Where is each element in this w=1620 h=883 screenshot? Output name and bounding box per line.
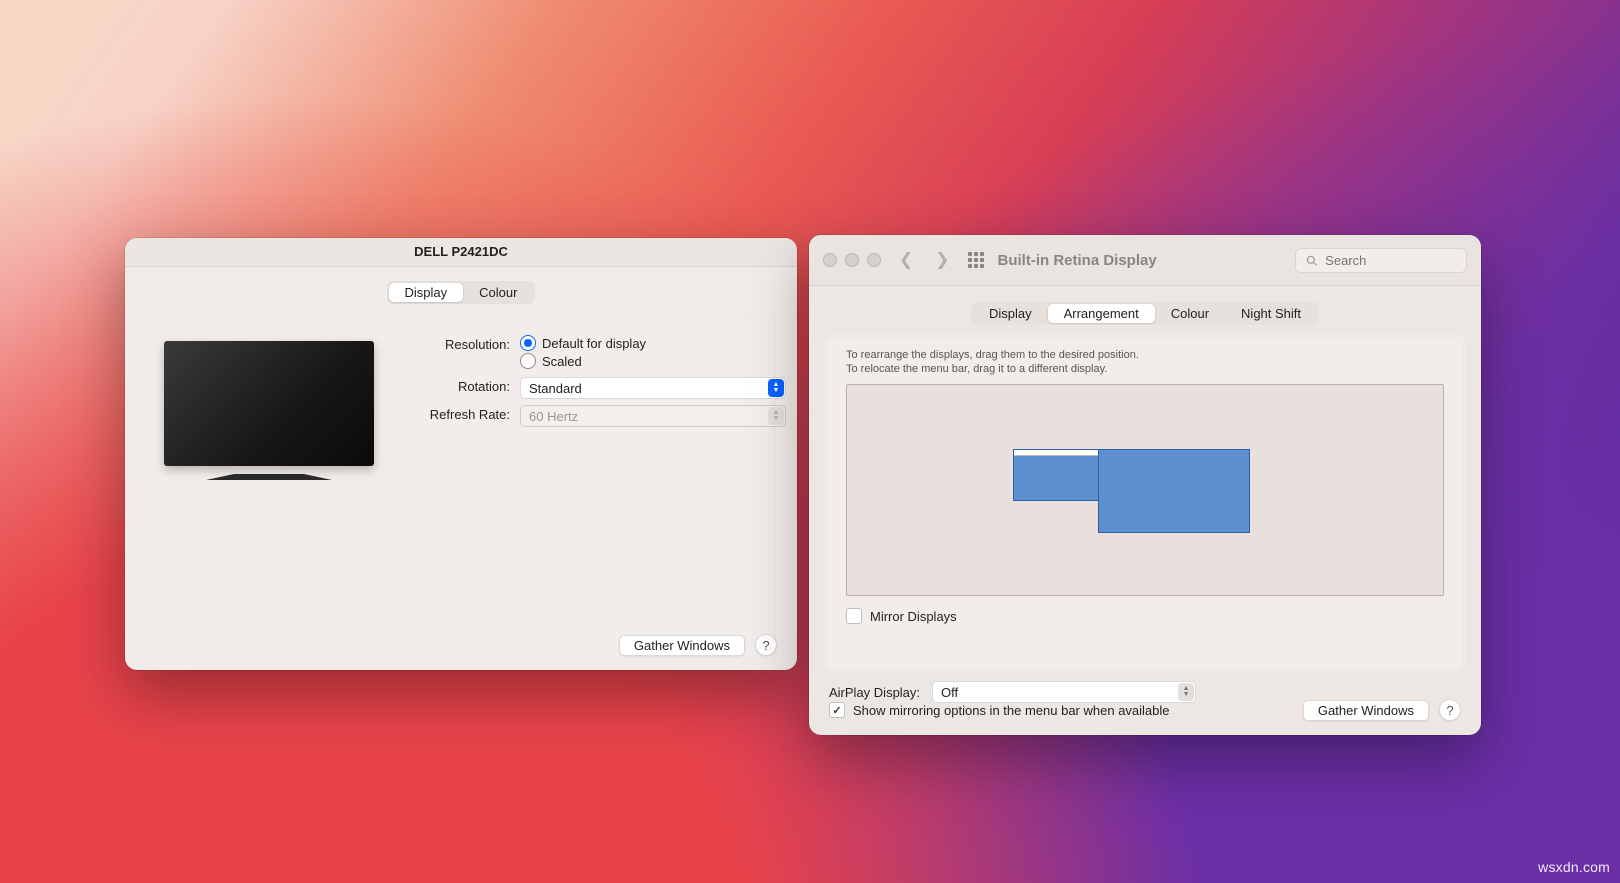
radio-icon bbox=[520, 335, 536, 351]
search-icon bbox=[1306, 254, 1317, 267]
help-button[interactable]: ? bbox=[1439, 699, 1461, 721]
arrangement-canvas[interactable] bbox=[846, 384, 1444, 596]
show-all-icon[interactable] bbox=[968, 252, 984, 268]
help-text: To rearrange the displays, drag them to … bbox=[846, 348, 1444, 376]
tab-night-shift[interactable]: Night Shift bbox=[1225, 304, 1317, 323]
close-icon[interactable] bbox=[823, 253, 837, 267]
refresh-label: Refresh Rate: bbox=[404, 405, 510, 422]
checkbox-icon bbox=[829, 702, 845, 718]
menu-bar-handle[interactable] bbox=[1014, 450, 1098, 456]
help-button[interactable]: ? bbox=[755, 634, 777, 656]
resolution-default-radio[interactable]: Default for display bbox=[520, 335, 786, 351]
zoom-icon[interactable] bbox=[867, 253, 881, 267]
tab-bar: Display Colour bbox=[387, 281, 536, 304]
search-input[interactable] bbox=[1323, 252, 1456, 269]
resolution-scaled-radio[interactable]: Scaled bbox=[520, 353, 786, 369]
tab-display[interactable]: Display bbox=[973, 304, 1048, 323]
resolution-label: Resolution: bbox=[404, 335, 510, 352]
show-mirroring-label: Show mirroring options in the menu bar w… bbox=[853, 703, 1170, 718]
resolution-default-text: Default for display bbox=[542, 336, 646, 351]
rotation-value: Standard bbox=[529, 381, 582, 396]
minimize-icon[interactable] bbox=[845, 253, 859, 267]
arrangement-panel: To rearrange the displays, drag them to … bbox=[825, 335, 1465, 671]
mirror-displays-checkbox[interactable]: Mirror Displays bbox=[846, 608, 1444, 624]
tab-bar: Display Arrangement Colour Night Shift bbox=[971, 302, 1319, 325]
airplay-value: Off bbox=[941, 685, 958, 700]
toolbar: ❮ ❯ Built-in Retina Display bbox=[809, 235, 1481, 286]
watermark: wsxdn.com bbox=[1538, 859, 1610, 875]
back-button[interactable]: ❮ bbox=[895, 250, 917, 270]
monitor-preview bbox=[164, 335, 374, 635]
search-field[interactable] bbox=[1295, 248, 1467, 273]
resolution-scaled-text: Scaled bbox=[542, 354, 582, 369]
display-panel: Resolution: Default for display Scaled bbox=[145, 316, 777, 660]
window-title: Built-in Retina Display bbox=[998, 252, 1157, 269]
desktop: DELL P2421DC Display Colour Resolution: bbox=[0, 0, 1620, 883]
display-builtin[interactable] bbox=[1013, 449, 1099, 501]
tab-display[interactable]: Display bbox=[389, 283, 464, 302]
display-external[interactable] bbox=[1098, 449, 1250, 533]
forward-button: ❯ bbox=[931, 250, 953, 270]
radio-icon bbox=[520, 353, 536, 369]
airplay-label: AirPlay Display: bbox=[829, 685, 920, 700]
window-title: DELL P2421DC bbox=[125, 238, 797, 267]
refresh-select: 60 Hertz bbox=[520, 405, 786, 427]
show-mirroring-checkbox[interactable]: Show mirroring options in the menu bar w… bbox=[829, 702, 1170, 718]
rotation-label: Rotation: bbox=[404, 377, 510, 394]
tab-arrangement[interactable]: Arrangement bbox=[1048, 304, 1155, 323]
chevron-updown-icon bbox=[768, 379, 784, 397]
gather-windows-button[interactable]: Gather Windows bbox=[1303, 700, 1429, 721]
rotation-select[interactable]: Standard bbox=[520, 377, 786, 399]
builtin-display-window: ❮ ❯ Built-in Retina Display Display Arra… bbox=[809, 235, 1481, 735]
mirror-displays-label: Mirror Displays bbox=[870, 609, 957, 624]
gather-windows-button[interactable]: Gather Windows bbox=[619, 635, 745, 656]
checkbox-icon bbox=[846, 608, 862, 624]
traffic-lights bbox=[823, 253, 881, 267]
tab-colour[interactable]: Colour bbox=[463, 283, 533, 302]
refresh-value: 60 Hertz bbox=[529, 409, 578, 424]
tab-colour[interactable]: Colour bbox=[1155, 304, 1225, 323]
external-display-window: DELL P2421DC Display Colour Resolution: bbox=[125, 238, 797, 670]
chevron-updown-icon bbox=[768, 407, 784, 425]
